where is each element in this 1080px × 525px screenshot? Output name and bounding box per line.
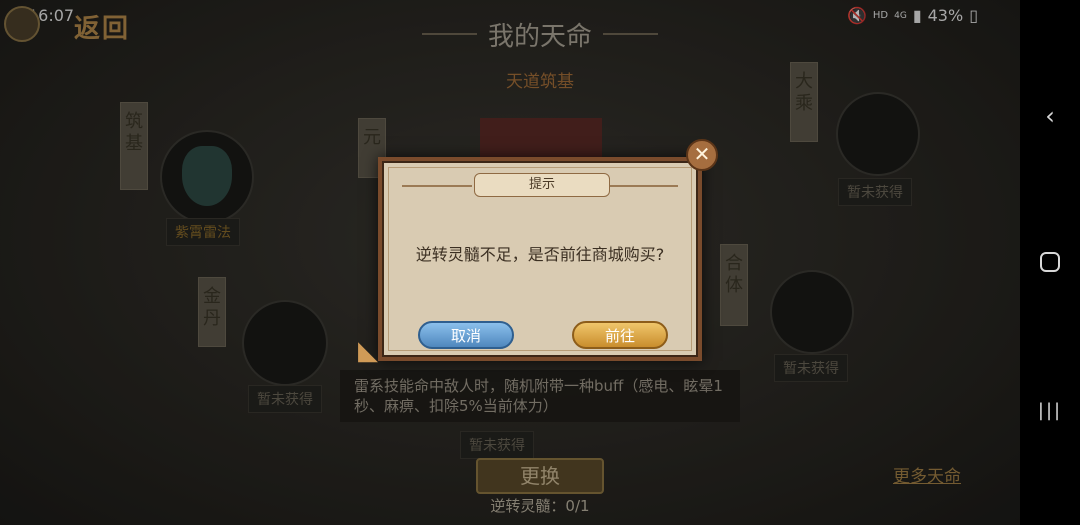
tag-ornament-right bbox=[608, 185, 678, 187]
tag-ornament-left bbox=[402, 185, 472, 187]
dialog-message: 逆转灵髓不足，是否前往商城购买? bbox=[415, 245, 665, 264]
nav-home-icon[interactable] bbox=[1038, 250, 1062, 274]
nav-recents-icon[interactable]: ||| bbox=[1038, 398, 1062, 422]
dialog-corner-ornament: ◣ bbox=[358, 336, 378, 366]
nav-back-icon[interactable]: ‹ bbox=[1038, 102, 1062, 130]
cancel-button[interactable]: 取消 bbox=[418, 321, 514, 349]
close-icon[interactable]: ✕ bbox=[686, 139, 718, 171]
dialog-title: 提示 bbox=[474, 173, 610, 197]
prompt-dialog: 提示 逆转灵髓不足，是否前往商城购买? 取消 前往 bbox=[378, 157, 702, 361]
system-nav-bar: ‹ ||| bbox=[1020, 0, 1080, 525]
confirm-button[interactable]: 前往 bbox=[572, 321, 668, 349]
